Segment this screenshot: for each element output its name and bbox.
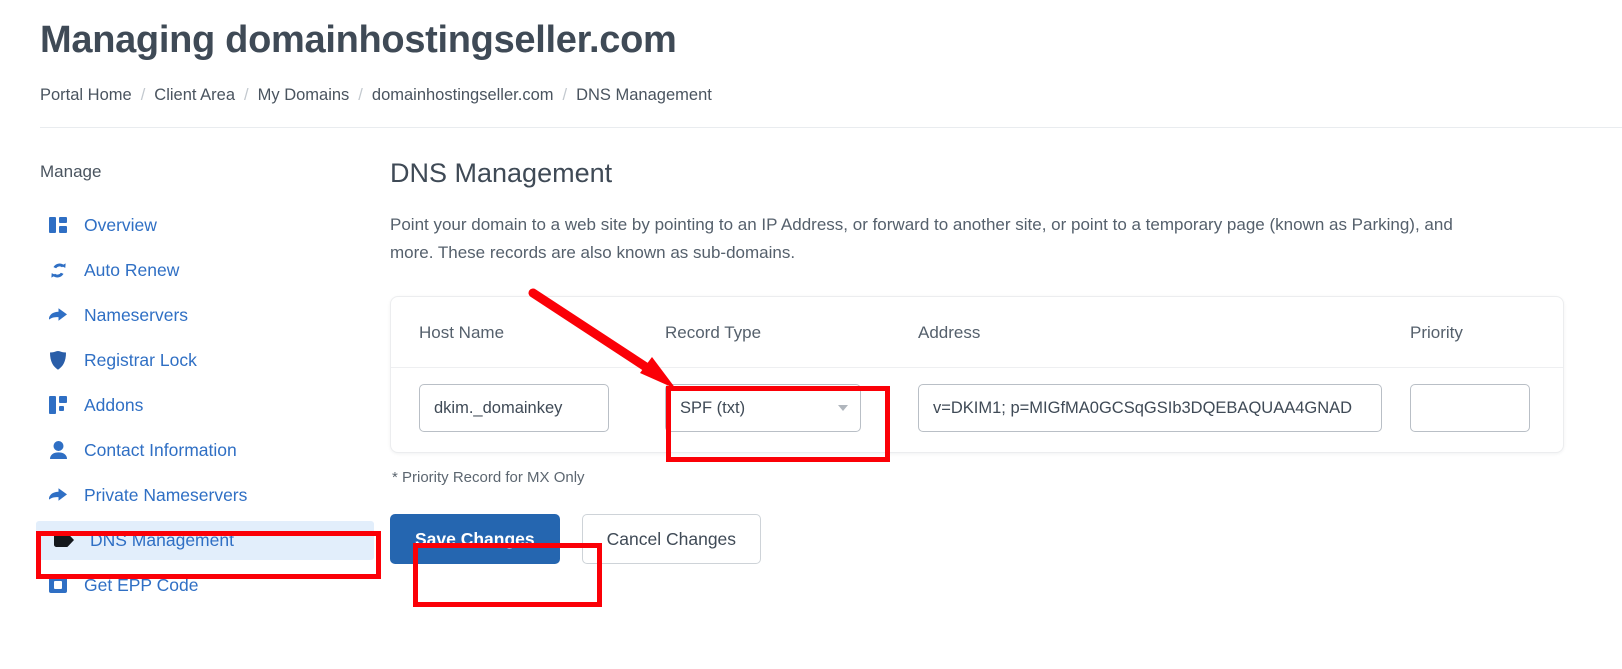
section-title: DNS Management (390, 157, 613, 188)
sidebar-item-label: Overview (84, 214, 157, 235)
sidebar-item-auto-renew[interactable]: Auto Renew (40, 251, 390, 290)
column-header-address: Address (890, 297, 1382, 369)
sidebar-item-nameservers[interactable]: Nameservers (40, 296, 390, 335)
page-header: Managing domainhostingseller.com Portal … (0, 0, 1622, 128)
id-card-icon (48, 575, 68, 595)
form-actions: Save Changes Cancel Changes (390, 514, 1600, 565)
addons-icon (48, 395, 68, 415)
column-header-host-name: Host Name (391, 297, 637, 369)
sidebar-item-addons[interactable]: Addons (40, 386, 390, 425)
table-row: SPF (txt) (637, 368, 890, 452)
sidebar-item-contact-information[interactable]: Contact Information (40, 431, 390, 470)
sidebar-item-overview[interactable]: Overview (40, 206, 390, 245)
sidebar-item-label: Contact Information (84, 439, 237, 460)
record-type-select[interactable]: SPF (txt) (665, 384, 861, 433)
main-content: DNS Management Point your domain to a we… (390, 128, 1622, 565)
breadcrumb-separator: / (562, 85, 568, 104)
priority-input[interactable] (1410, 384, 1530, 433)
arrow-right-icon (48, 305, 68, 325)
sidebar: Manage Overview Auto Renew Nameservers R… (0, 128, 390, 611)
breadcrumb-item-domain[interactable]: domainhostingseller.com (372, 86, 554, 105)
sync-icon (48, 260, 68, 280)
priority-note: * Priority Record for MX Only (392, 469, 585, 487)
columns-icon (48, 215, 68, 235)
cancel-changes-button[interactable]: Cancel Changes (581, 514, 762, 565)
sidebar-item-label: Registrar Lock (84, 349, 197, 370)
user-icon (48, 440, 68, 460)
sidebar-item-label: Private Nameservers (84, 484, 248, 505)
breadcrumb-separator: / (140, 85, 146, 104)
shield-icon (48, 350, 68, 370)
chevron-down-icon (838, 405, 848, 412)
arrow-right-icon (48, 485, 68, 505)
breadcrumb-separator: / (358, 85, 363, 104)
record-type-value: SPF (txt) (680, 398, 746, 417)
page-title: Managing domainhostingseller.com (40, 19, 677, 61)
column-header-record-type: Record Type (637, 297, 890, 369)
breadcrumb-item-my-domains[interactable]: My Domains (258, 86, 350, 105)
sidebar-heading: Manage (40, 161, 102, 181)
sidebar-item-get-epp-code[interactable]: Get EPP Code (40, 566, 390, 605)
host-name-input[interactable]: dkim._domainkey (419, 384, 609, 433)
breadcrumb-separator: / (244, 85, 249, 104)
sidebar-item-label: Addons (84, 394, 144, 415)
address-input[interactable]: v=DKIM1; p=MIGfMA0GCSqGSIb3DQEBAQUAA4GNA… (918, 384, 1382, 433)
dns-records-card: Host Name Record Type Address Priority d… (390, 296, 1564, 454)
sidebar-item-label: Get EPP Code (84, 574, 199, 595)
breadcrumb-item-dns-management: DNS Management (576, 85, 712, 104)
breadcrumb-item-client-area[interactable]: Client Area (154, 86, 235, 105)
page-layout: Manage Overview Auto Renew Nameservers R… (0, 128, 1622, 611)
tag-icon (54, 530, 74, 550)
sidebar-item-label: Auto Renew (84, 259, 180, 280)
dns-records-table: Host Name Record Type Address Priority d… (391, 297, 1563, 452)
breadcrumb-item-portal-home[interactable]: Portal Home (40, 86, 132, 105)
save-changes-button[interactable]: Save Changes (390, 514, 560, 565)
column-header-priority: Priority (1382, 297, 1563, 369)
sidebar-item-private-nameservers[interactable]: Private Nameservers (40, 476, 390, 515)
breadcrumb: Portal Home / Client Area / My Domains /… (40, 86, 1622, 105)
sidebar-item-registrar-lock[interactable]: Registrar Lock (40, 341, 390, 380)
table-row: dkim._domainkey (391, 368, 637, 452)
sidebar-nav-list: Overview Auto Renew Nameservers Registra… (36, 206, 390, 605)
sidebar-item-dns-management[interactable]: DNS Management (36, 520, 374, 560)
sidebar-item-label: DNS Management (90, 529, 234, 550)
table-row: v=DKIM1; p=MIGfMA0GCSqGSIb3DQEBAQUAA4GNA… (890, 368, 1382, 452)
table-row (1382, 368, 1563, 452)
section-description: Point your domain to a web site by point… (390, 214, 1453, 263)
sidebar-item-label: Nameservers (84, 304, 189, 325)
